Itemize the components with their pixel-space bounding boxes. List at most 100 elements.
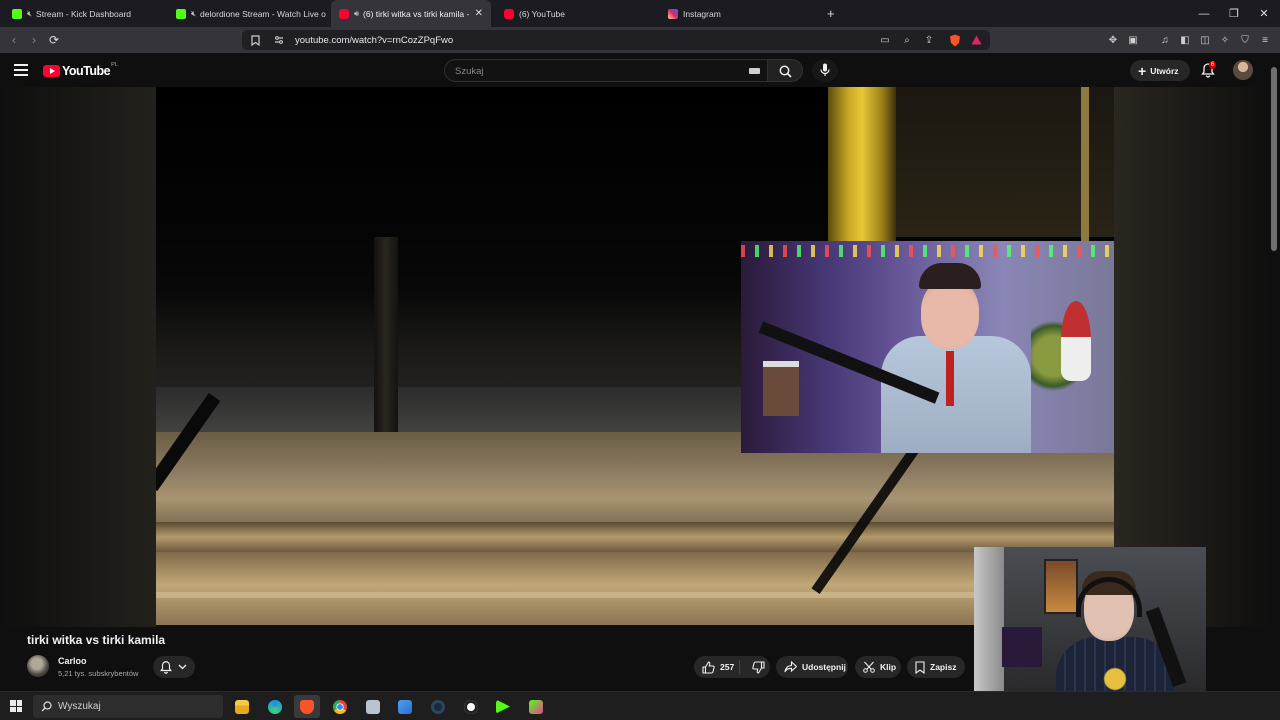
bell-icon: [160, 661, 172, 674]
file-explorer-icon[interactable]: [229, 695, 255, 718]
scrollbar-thumb[interactable]: [1271, 67, 1277, 251]
app2-icon[interactable]: [523, 695, 549, 718]
brave-icon[interactable]: [294, 695, 320, 718]
create-label: Utwórz: [1150, 65, 1179, 76]
music-icon[interactable]: ♫: [1158, 33, 1172, 47]
save-button[interactable]: Zapisz: [907, 656, 965, 678]
thumbs-down-icon: [752, 661, 765, 674]
restore-button[interactable]: ❐: [1218, 0, 1250, 27]
create-button[interactable]: + Utwórz: [1130, 60, 1190, 81]
save-playlist-icon: [915, 660, 925, 674]
clip-label: Klip: [880, 662, 897, 672]
share-button[interactable]: Udostępnij: [776, 656, 848, 678]
like-button[interactable]: 257: [694, 660, 734, 674]
video-trees: [156, 292, 776, 392]
tab-youtube[interactable]: (6) YouTube: [496, 0, 656, 27]
video-pole: [1081, 87, 1089, 242]
facecam-shelf: [974, 547, 1004, 691]
share-page-icon[interactable]: ⇪: [922, 33, 936, 47]
taskbar-search[interactable]: Wyszukaj: [33, 695, 223, 718]
video-rail: [156, 592, 1114, 598]
search-button[interactable]: [768, 59, 803, 82]
site-settings-icon[interactable]: [272, 33, 286, 47]
country-code: PL: [111, 62, 118, 68]
leo-ai-icon[interactable]: ✧: [1218, 33, 1232, 47]
browser-toolbar: ‹ › ⟳ youtube.com/watch?v=rnCozZPqFwo ▭ …: [0, 27, 1280, 53]
brave-shields-icon[interactable]: [948, 33, 962, 47]
video-yellow-pillar: [828, 87, 896, 242]
channel-name[interactable]: Carloo: [58, 656, 87, 666]
facecam-monitor: [1002, 627, 1042, 667]
minimize-button[interactable]: —: [1188, 0, 1220, 27]
cast-icon[interactable]: ▭: [878, 33, 892, 47]
muted-speaker-icon[interactable]: 🔇︎: [191, 9, 196, 19]
zoom-icon[interactable]: ⌕: [900, 33, 914, 47]
tab-tirki-video[interactable]: 🔊︎ (6) tirki witka vs tirki kamila - ✕: [331, 0, 491, 27]
shield-icon[interactable]: ⛉: [1238, 33, 1252, 47]
close-window-button[interactable]: ✕: [1248, 0, 1280, 27]
subscriber-count: 5,21 tys. subskrybentów: [58, 669, 139, 678]
speaker-icon[interactable]: 🔊︎: [354, 9, 359, 19]
kick-icon[interactable]: [490, 695, 516, 718]
vpn-icon[interactable]: ◫: [1198, 33, 1212, 47]
sidebar-icon[interactable]: ◧: [1178, 33, 1192, 47]
subscription-bell-button[interactable]: [153, 656, 195, 678]
wallet-icon[interactable]: ▣: [1126, 33, 1140, 47]
reload-icon[interactable]: ⟳: [46, 32, 62, 48]
hamburger-menu-icon[interactable]: [14, 64, 28, 76]
tab-label: (6) YouTube: [519, 8, 565, 19]
logo-text: YouTube: [62, 64, 111, 78]
back-icon[interactable]: ‹: [6, 32, 22, 48]
taskbar-search-placeholder: Wyszukaj: [58, 701, 101, 712]
close-tab-icon[interactable]: ✕: [475, 8, 483, 19]
clip-button[interactable]: Klip: [855, 656, 901, 678]
scissors-icon: [863, 661, 875, 673]
youtube-logo[interactable]: YouTube PL: [43, 62, 118, 78]
video-tree-trunk: [374, 237, 398, 442]
new-tab-button[interactable]: +: [824, 0, 844, 27]
tab-label: (6) tirki witka vs tirki kamila -: [363, 8, 470, 19]
windows-start-icon[interactable]: [10, 700, 22, 712]
app-icon[interactable]: [360, 695, 386, 718]
edge-icon[interactable]: [262, 695, 288, 718]
user-avatar[interactable]: [1233, 60, 1253, 80]
search-icon: [41, 701, 52, 712]
steam-icon[interactable]: [425, 695, 451, 718]
tab-delordione-stream[interactable]: 🔇︎ delordione Stream - Watch Live o: [168, 0, 328, 27]
search-icon: [779, 65, 792, 78]
webcam-person-head: [921, 279, 979, 349]
forward-icon[interactable]: ›: [26, 32, 42, 48]
webcam-person-body: [881, 336, 1031, 453]
url-text: youtube.com/watch?v=rnCozZPqFwo: [295, 35, 454, 46]
menu-icon[interactable]: ≡: [1258, 33, 1272, 47]
channel-avatar[interactable]: [27, 655, 49, 677]
instagram-icon: [668, 8, 678, 19]
address-bar[interactable]: youtube.com/watch?v=rnCozZPqFwo ▭ ⌕ ⇪: [242, 30, 990, 50]
search-input[interactable]: [455, 63, 735, 79]
like-divider: [739, 660, 740, 674]
extensions-icon[interactable]: ✥: [1106, 33, 1120, 47]
facecam-poster: [1044, 559, 1078, 614]
youtube-icon: [504, 8, 514, 19]
thumbs-up-icon: [702, 660, 715, 674]
chrome-icon[interactable]: [327, 695, 353, 718]
game-icon[interactable]: [458, 695, 484, 718]
voice-search-button[interactable]: [812, 59, 838, 82]
search-box[interactable]: [444, 59, 768, 82]
dislike-button[interactable]: [744, 661, 770, 676]
decor-gnome: [1061, 301, 1091, 381]
decor-house: [763, 361, 799, 416]
christmas-lights: [741, 245, 1114, 257]
brave-rewards-icon[interactable]: [969, 33, 983, 47]
facecam-sweater: [1056, 637, 1174, 691]
streamer-facecam: [974, 547, 1206, 691]
tab-label: Instagram: [683, 8, 721, 19]
tab-kick-dashboard[interactable]: 🔇︎ Stream - Kick Dashboard: [4, 0, 164, 27]
muted-speaker-icon[interactable]: 🔇︎: [27, 9, 32, 19]
save-label: Zapisz: [930, 662, 957, 672]
bookmark-icon[interactable]: [248, 33, 262, 47]
tab-instagram[interactable]: Instagram: [660, 0, 820, 27]
keyboard-icon[interactable]: [749, 68, 760, 74]
store-icon[interactable]: [392, 695, 418, 718]
new-tab-label: +: [827, 6, 835, 21]
